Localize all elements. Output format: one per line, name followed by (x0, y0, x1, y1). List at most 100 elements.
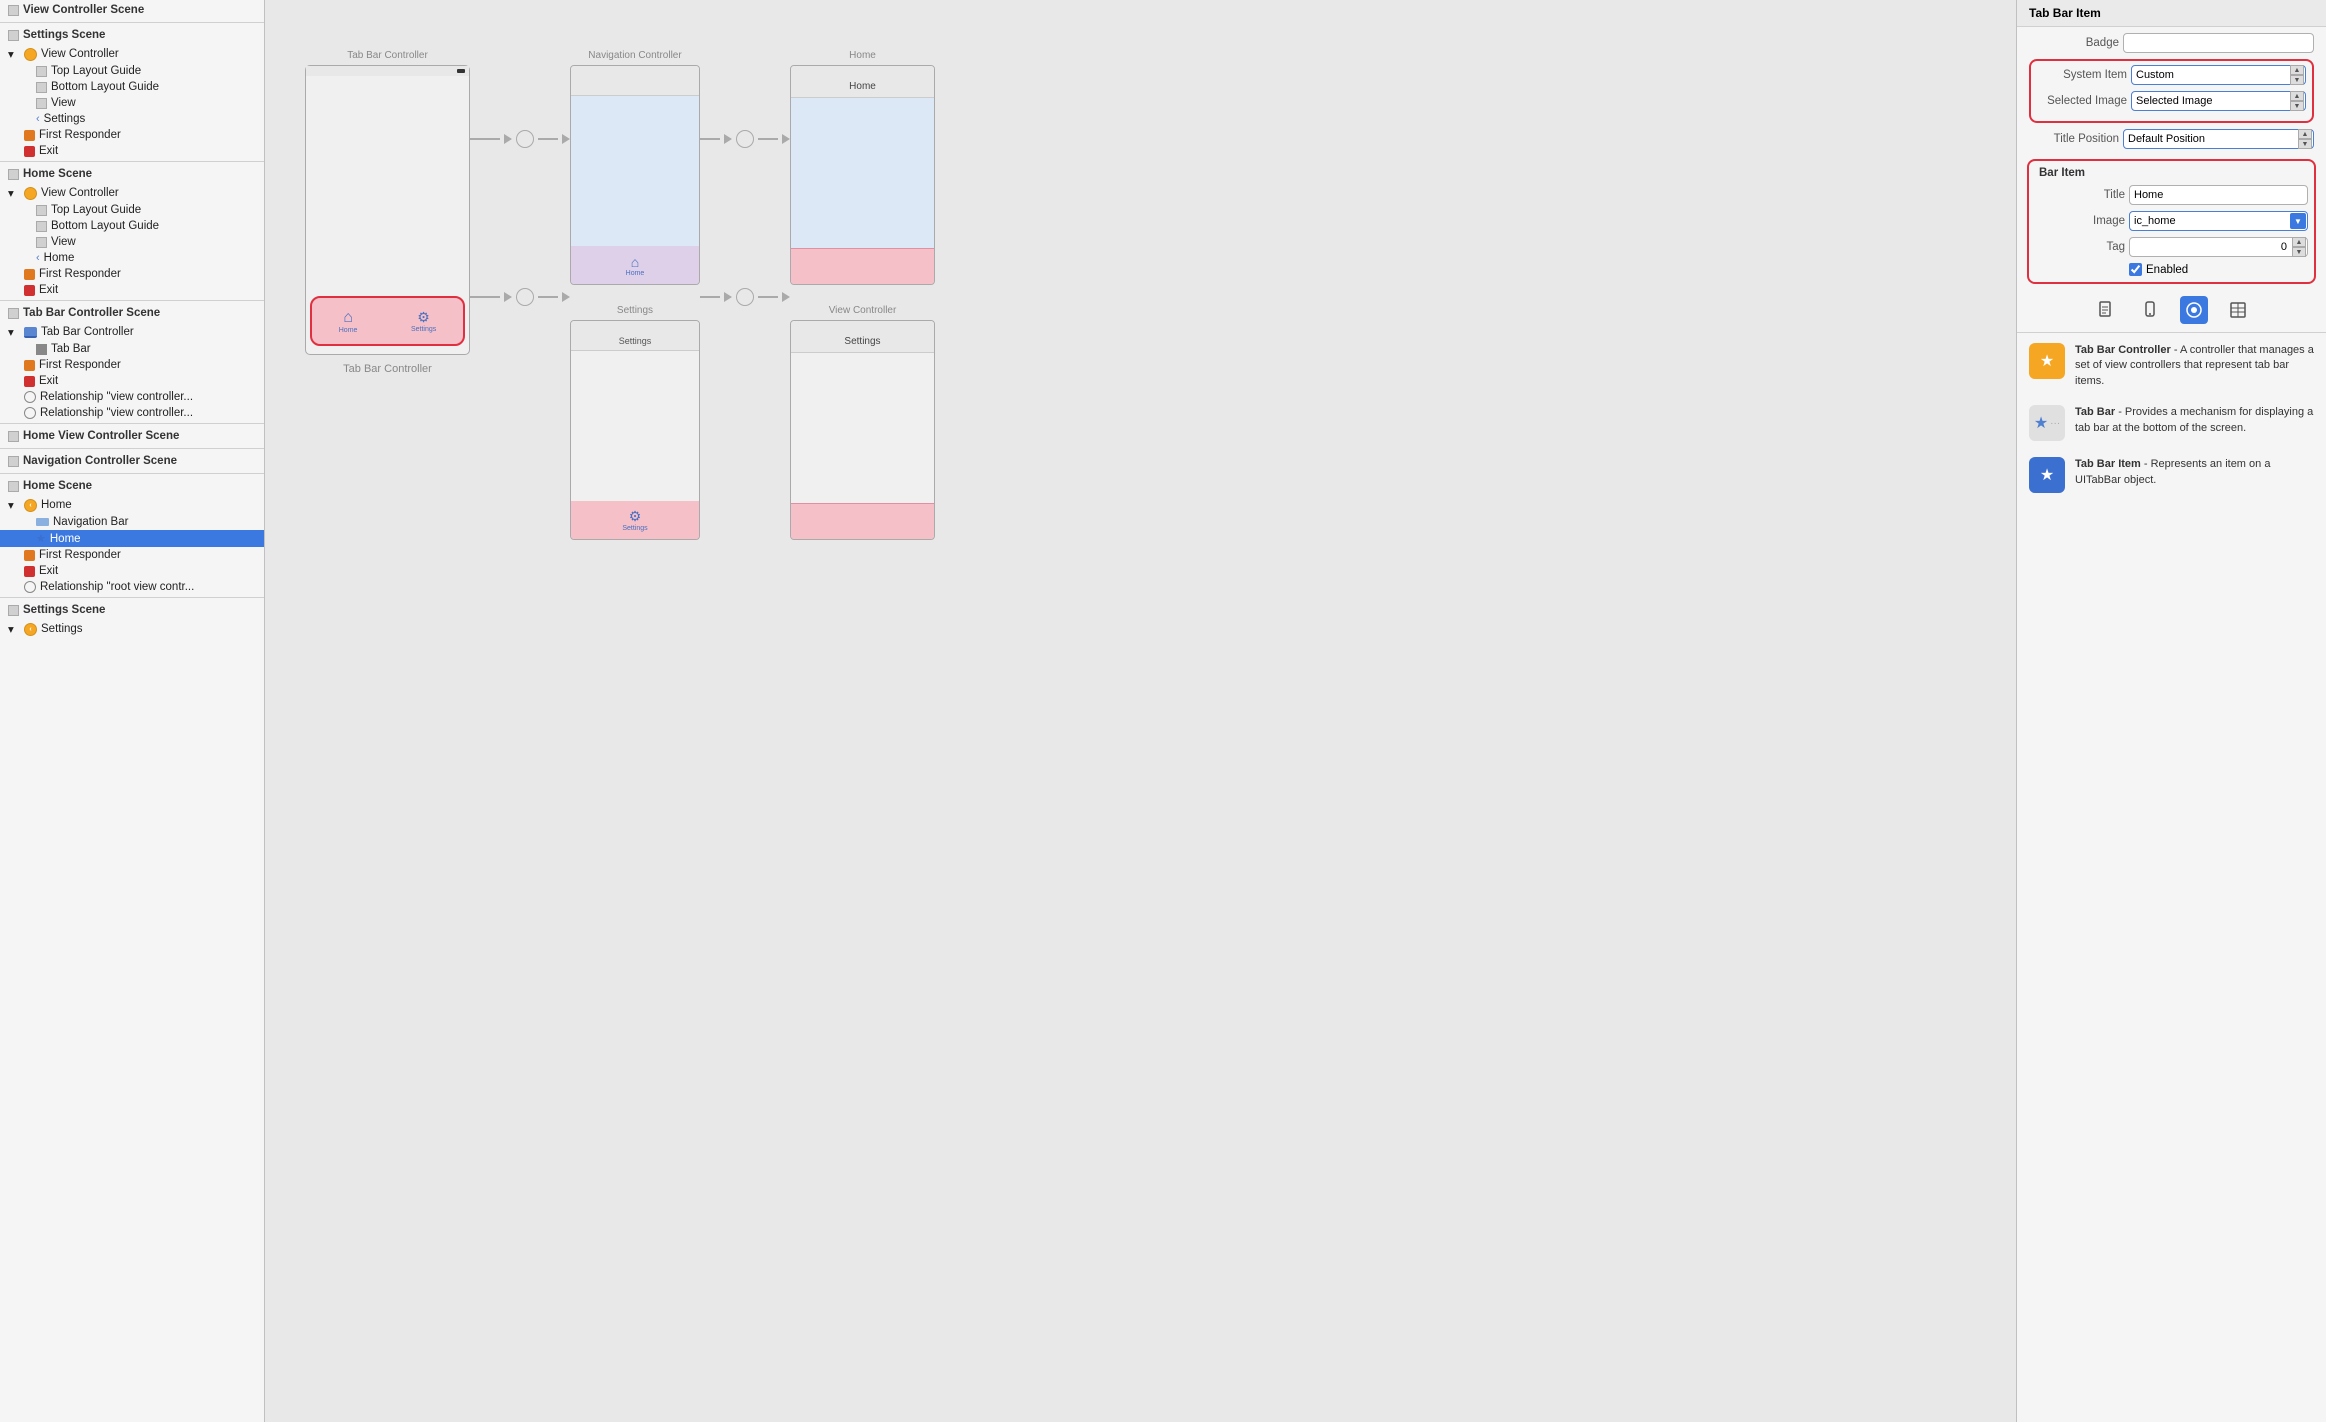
tbc-tab-settings[interactable]: ⚙ Settings (411, 309, 436, 333)
home-scene-node: Home Home (790, 50, 935, 285)
home-content (791, 98, 934, 248)
tab-bar-item-section: Badge System Item Custom ▲ ▼ (2017, 27, 2326, 155)
tag-stepper-down[interactable]: ▼ (2292, 247, 2306, 257)
nav-home-tab: ⌂ Home (626, 254, 645, 277)
arrow-2-line (700, 138, 720, 140)
connector-col-1 (470, 50, 570, 306)
settings-tab-icon: ⚙ (417, 309, 430, 326)
tree-item-relationship-1[interactable]: Relationship "view controller... (0, 389, 264, 405)
circle-connector-3 (736, 130, 754, 148)
home-bottom-bar (791, 248, 934, 285)
image-select-arrow: ▼ (2290, 213, 2306, 229)
desc-text-tb: Tab Bar - Provides a mechanism for displ… (2075, 405, 2314, 436)
table-icon-btn[interactable] (2224, 296, 2252, 324)
tree-item-first-responder-settings[interactable]: First Responder (0, 127, 264, 143)
selected-image-label: Selected Image (2037, 95, 2127, 107)
system-item-label: System Item (2037, 69, 2127, 81)
image-select[interactable]: ic_home (2129, 211, 2308, 231)
tbc-tab-home[interactable]: ⌂ Home (339, 309, 358, 334)
title-input[interactable] (2129, 185, 2308, 205)
tree-item-bottom-layout-settings[interactable]: Bottom Layout Guide (0, 79, 264, 95)
tree-item-exit-tabbar[interactable]: Exit (0, 373, 264, 389)
desc-text-tbi: Tab Bar Item - Represents an item on a U… (2075, 457, 2314, 488)
tree-item-nav-bar[interactable]: Navigation Bar (0, 514, 264, 530)
tp-stepper-down[interactable]: ▼ (2298, 139, 2312, 149)
nav-tab-area: ⌂ Home (571, 246, 699, 284)
tree-item-top-layout-settings[interactable]: Top Layout Guide (0, 63, 264, 79)
nav-ctrl-bottom-label: Settings (617, 305, 653, 316)
badge-input[interactable] (2123, 33, 2314, 53)
vc-settings-frame: Settings (790, 320, 935, 540)
tbc-content (306, 76, 469, 296)
tree-item-view-settings[interactable]: View (0, 95, 264, 111)
vc-status-bar (791, 321, 934, 331)
circle-connector-1 (516, 130, 534, 148)
vc-bottom-bar (791, 503, 934, 540)
stepper-up[interactable]: ▲ (2290, 65, 2304, 75)
tbc-bottom-label: Tab Bar Controller (343, 363, 432, 375)
scene-header-tabbar: Tab Bar Controller Scene (0, 303, 264, 323)
tree-item-tab-bar-controller[interactable]: ▾ Tab Bar Controller (0, 323, 264, 341)
tbi-desc-symbol: ★ (2040, 465, 2054, 485)
desc-title-tbi: Tab Bar Item (2075, 458, 2141, 470)
tree-item-first-responder-home-2[interactable]: First Responder (0, 547, 264, 563)
tree-item-view-home[interactable]: View (0, 234, 264, 250)
phone-icon-btn[interactable] (2136, 296, 2164, 324)
chevron-icon: ‹ (36, 113, 40, 125)
stepper-down[interactable]: ▼ (2290, 75, 2304, 85)
tag-input[interactable] (2129, 237, 2308, 257)
tree-item-home-2[interactable]: ▾ ‹ Home (0, 496, 264, 514)
image-wrapper: ic_home ▼ (2129, 211, 2308, 231)
selected-image-stepper: ▲ ▼ (2290, 91, 2304, 111)
tree-item-vc-settings[interactable]: ▾ View Controller (0, 45, 264, 63)
desc-item-tbc: ★ Tab Bar Controller - A controller that… (2029, 343, 2314, 389)
sel-stepper-up[interactable]: ▲ (2290, 91, 2304, 101)
home-status-bar (791, 66, 934, 76)
tree-item-tab-bar[interactable]: Tab Bar (0, 341, 264, 357)
layout-icon-home-2 (36, 221, 47, 232)
tree-item-first-responder-tabbar[interactable]: First Responder (0, 357, 264, 373)
vc-settings-label: View Controller (829, 305, 897, 316)
title-position-select[interactable]: Default Position (2123, 129, 2314, 149)
tree-item-first-responder-home[interactable]: First Responder (0, 266, 264, 282)
circle-icon-btn[interactable] (2180, 296, 2208, 324)
badge-label: Badge (2029, 37, 2119, 49)
enabled-checkbox[interactable] (2129, 263, 2142, 276)
tree-item-settings-nav[interactable]: ‹ Settings (0, 111, 264, 127)
title-position-row: Title Position Default Position ▲ ▼ (2029, 129, 2314, 149)
tag-stepper-up[interactable]: ▲ (2292, 237, 2306, 247)
enabled-label: Enabled (2146, 264, 2188, 276)
file-icon-btn[interactable] (2092, 296, 2120, 324)
exit-icon (24, 146, 35, 157)
circle-connector-4 (736, 288, 754, 306)
arrow-line-3 (470, 296, 500, 298)
tree-item-vc-home[interactable]: ▾ View Controller (0, 184, 264, 202)
tree-item-exit-settings[interactable]: Exit (0, 143, 264, 159)
scene-icon-home (8, 169, 19, 180)
system-item-select[interactable]: Custom (2131, 65, 2306, 85)
selected-image-select[interactable]: Selected Image (2131, 91, 2306, 111)
sel-stepper-down[interactable]: ▼ (2290, 101, 2304, 111)
tree-item-settings-2[interactable]: ▾ ‹ Settings (0, 620, 264, 638)
nav-content-top (571, 96, 699, 246)
tree-item-relationship-root[interactable]: Relationship "root view contr... (0, 579, 264, 595)
tree-item-exit-home-2[interactable]: Exit (0, 563, 264, 579)
title-position-label: Title Position (2029, 133, 2119, 145)
tp-stepper-up[interactable]: ▲ (2298, 129, 2312, 139)
tree-item-exit-home[interactable]: Exit (0, 282, 264, 298)
tree-item-bottom-layout-home[interactable]: Bottom Layout Guide (0, 218, 264, 234)
relationship-icon-1 (24, 391, 36, 403)
desc-text-tbc: Tab Bar Controller - A controller that m… (2075, 343, 2314, 389)
tree-item-home-nav[interactable]: ‹ Home (0, 250, 264, 266)
first-responder-home-2 (24, 550, 35, 561)
settings-icon: ⚙ (629, 508, 642, 525)
arrow-2-head-3 (724, 292, 732, 302)
system-item-row: System Item Custom ▲ ▼ (2037, 65, 2306, 85)
layout-icon-home (36, 205, 47, 216)
tab-bar-item-icon (36, 344, 47, 355)
tree-item-relationship-2[interactable]: Relationship "view controller... (0, 405, 264, 421)
arrow-2-line-3 (700, 296, 720, 298)
tree-item-top-layout-home[interactable]: Top Layout Guide (0, 202, 264, 218)
nav-bar-bottom: Settings (571, 331, 699, 351)
tree-item-home-star[interactable]: ★ Home (0, 530, 264, 547)
